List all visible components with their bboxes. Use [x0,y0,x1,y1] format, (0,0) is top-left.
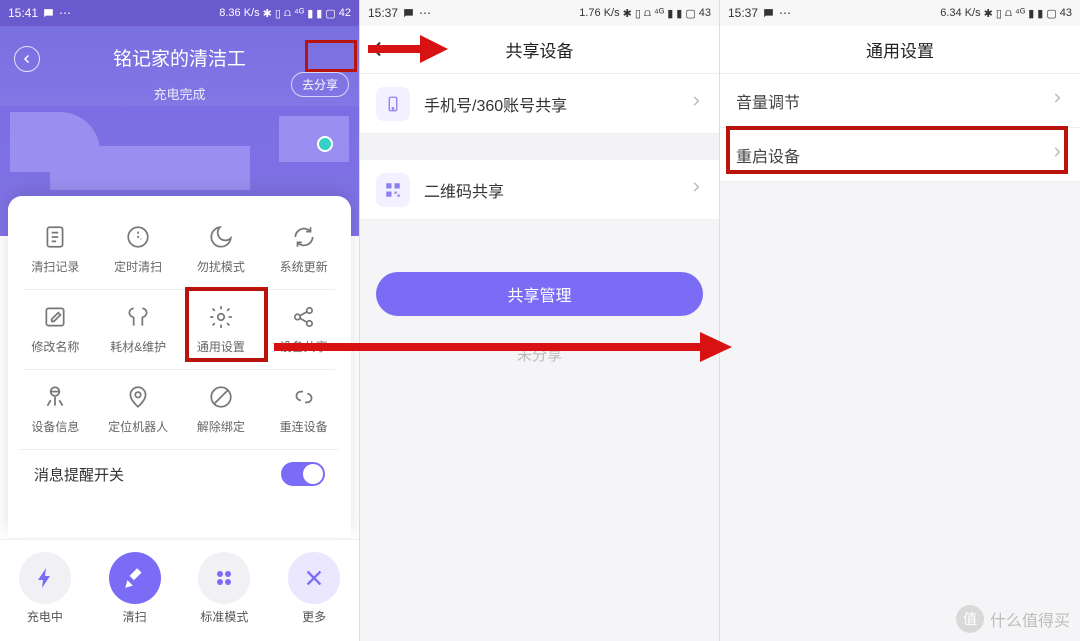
menu-schedule[interactable]: 定时清扫 [97,210,180,289]
bottom-dock: 充电中 清扫 标准模式 更多 [0,539,359,641]
phone-icon [376,87,410,121]
notification-toggle-row: 消息提醒开关 [20,449,339,496]
chat-icon [42,7,55,20]
device-title: 铭记家的清洁工 [113,44,246,71]
wifi-icon: ⩍ [284,7,291,20]
status-bar: 15:41 ⋯ 8.36 K/s ✱ ▯ ⩍ ⁴ᴳ ▮ ▮ ▢ 42 [0,0,359,26]
dock-mode[interactable]: 标准模式 [198,552,250,625]
menu-general-settings[interactable]: 通用设置 [180,290,263,369]
chevron-right-icon [1050,91,1064,110]
bluetooth-icon: ✱ [263,7,272,20]
chat-icon [762,7,775,20]
qrcode-icon [376,173,410,207]
back-button[interactable] [370,38,392,65]
battery-icon: ▢ [325,7,335,20]
signal-icon: ▮ [307,7,313,20]
share-manage-button[interactable]: 共享管理 [376,272,703,316]
row-restart-device[interactable]: 重启设备 [720,128,1080,182]
status-dot: ⋯ [59,6,71,20]
chevron-right-icon [689,180,703,199]
menu-rename[interactable]: 修改名称 [14,290,97,369]
menu-locate-robot[interactable]: 定位机器人 [97,370,180,449]
not-shared-text: 未分享 [360,334,719,375]
chevron-right-icon [689,94,703,113]
status-time: 15:37 [368,6,398,20]
screen-general-settings: 15:37 ⋯ 6.34 K/s ✱▯⩍⁴ᴳ▮▮▢ 43 通用设置 音量调节 重… [720,0,1080,641]
menu-device-share[interactable]: 设备共享 [262,290,345,369]
menu-update[interactable]: 系统更新 [262,210,345,289]
row-qr-share[interactable]: 二维码共享 [360,160,719,220]
status-bar: 15:37 ⋯ 6.34 K/s ✱▯⩍⁴ᴳ▮▮▢ 43 [720,0,1080,26]
menu-maintenance[interactable]: 耗材&维护 [97,290,180,369]
status-bar: 15:37 ⋯ 1.76 K/s ✱▯⩍⁴ᴳ▮▮▢ 43 [360,0,719,26]
status-time: 15:37 [728,6,758,20]
watermark: 值 什么值得买 [956,605,1070,633]
vibrate-icon: ▯ [275,7,281,20]
header: 通用设置 [720,26,1080,74]
dock-more[interactable]: 更多 [288,552,340,625]
chat-icon [402,7,415,20]
screen-share-device: 15:37 ⋯ 1.76 K/s ✱▯⩍⁴ᴳ▮▮▢ 43 共享设备 手机号/36… [360,0,720,641]
menu-device-info[interactable]: 设备信息 [14,370,97,449]
notification-toggle[interactable] [281,462,325,486]
row-volume[interactable]: 音量调节 [720,74,1080,128]
watermark-text: 什么值得买 [990,607,1070,631]
dock-charging[interactable]: 充电中 [19,552,71,625]
screen-robot-app: 15:41 ⋯ 8.36 K/s ✱ ▯ ⩍ ⁴ᴳ ▮ ▮ ▢ 42 [0,0,360,641]
row-phone-share[interactable]: 手机号/360账号共享 [360,74,719,134]
watermark-badge: 值 [956,605,984,633]
menu-dnd[interactable]: 勿扰模式 [180,210,263,289]
menu-reconnect[interactable]: 重连设备 [262,370,345,449]
chevron-right-icon [1050,145,1064,164]
header: 共享设备 [360,26,719,74]
settings-sheet: 清扫记录 定时清扫 勿扰模式 系统更新 修改名称 耗材&维护 通用设置 设备共享… [8,196,351,537]
dock-clean[interactable]: 清扫 [109,552,161,625]
back-button[interactable] [14,46,40,72]
menu-clean-record[interactable]: 清扫记录 [14,210,97,289]
menu-unbind[interactable]: 解除绑定 [180,370,263,449]
status-time: 15:41 [8,6,38,20]
share-button[interactable]: 去分享 [291,72,349,97]
